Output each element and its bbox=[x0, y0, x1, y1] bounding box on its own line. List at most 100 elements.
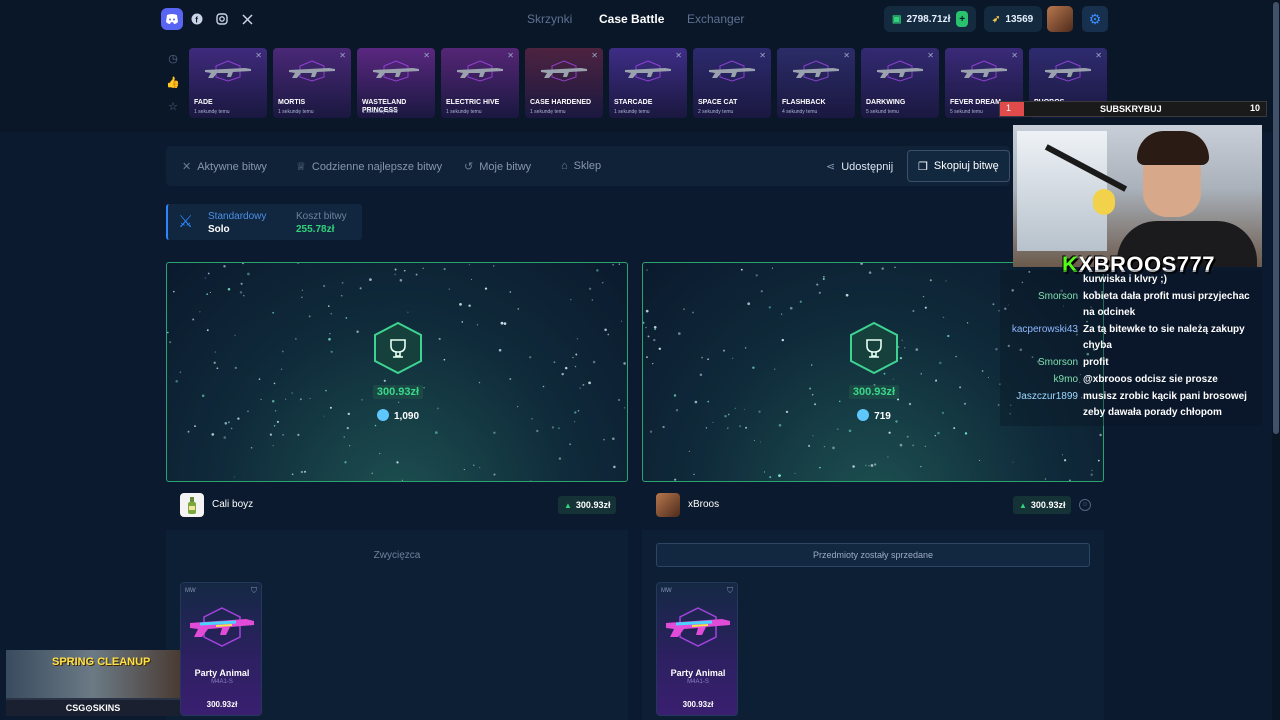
promo-title: SPRING CLEANUP bbox=[52, 656, 151, 668]
star-dot bbox=[707, 358, 709, 361]
tab-active-battles[interactable]: ✕ Aktywne bitwy bbox=[182, 160, 267, 174]
star-dot bbox=[272, 311, 275, 314]
balance-display[interactable]: ▣ 2798.71zł + bbox=[884, 6, 976, 32]
star-dot bbox=[904, 347, 906, 349]
drop-time: 1 sekundę temu bbox=[614, 109, 650, 115]
player-name[interactable]: xBroos bbox=[688, 499, 719, 510]
chat-username[interactable]: Smorson bbox=[1000, 355, 1078, 371]
star-dot bbox=[939, 361, 942, 365]
close-icon[interactable]: ✕ bbox=[675, 51, 682, 60]
drop-card[interactable]: ✕ CASE HARDENED 1 sekundę temu bbox=[525, 48, 603, 118]
nav-case-battle[interactable]: Case Battle bbox=[599, 12, 664, 26]
clock-icon[interactable]: ◷ bbox=[166, 52, 180, 65]
close-icon[interactable]: ✕ bbox=[591, 51, 598, 60]
facebook-icon[interactable]: f bbox=[186, 8, 208, 30]
star-dot bbox=[995, 348, 998, 351]
player-name[interactable]: Cali boyz bbox=[212, 499, 253, 510]
close-icon[interactable]: ✕ bbox=[339, 51, 346, 60]
scrollbar-thumb[interactable] bbox=[1273, 2, 1279, 434]
star-dot bbox=[359, 287, 362, 290]
user-avatar[interactable] bbox=[656, 493, 680, 517]
close-icon[interactable]: ✕ bbox=[927, 51, 934, 60]
weapon-image bbox=[625, 60, 671, 82]
thumbs-up-icon[interactable]: 👍 bbox=[166, 76, 180, 89]
discord-icon[interactable] bbox=[161, 8, 183, 30]
star-dot bbox=[674, 478, 677, 481]
star-dot bbox=[309, 397, 311, 399]
star-dot bbox=[819, 466, 821, 469]
star-dot bbox=[281, 350, 284, 353]
coin-count: 1,090 bbox=[167, 409, 627, 422]
drop-time: 4 sekundy temu bbox=[782, 109, 818, 115]
chat-username[interactable]: Jaszczur1899 bbox=[1000, 389, 1078, 405]
rifle-image bbox=[190, 607, 254, 647]
arrow-up-icon: ▲ bbox=[1019, 500, 1027, 510]
star-dot bbox=[814, 403, 817, 406]
star-dot bbox=[694, 400, 698, 404]
user-avatar[interactable] bbox=[1047, 6, 1073, 32]
star-dot bbox=[934, 434, 937, 437]
drop-card[interactable]: ✕ FLASHBACK 4 sekundy temu bbox=[777, 48, 855, 118]
star-dot bbox=[407, 311, 409, 313]
star-dot bbox=[574, 365, 577, 368]
coins-display[interactable]: ➶ 13569 bbox=[984, 6, 1042, 32]
goal-current: 1 bbox=[1006, 103, 1012, 113]
chat-username[interactable]: kacperowski43 bbox=[1000, 322, 1078, 338]
drop-card[interactable]: ✕ WASTELAND PRINCESS 1 sekundę temu bbox=[357, 48, 435, 118]
star-dot bbox=[653, 338, 656, 342]
star-dot bbox=[945, 280, 947, 282]
close-icon[interactable]: ✕ bbox=[1011, 51, 1018, 60]
item-wear: MW bbox=[185, 588, 196, 594]
item-card[interactable]: MW ⛉ Party Animal M4A1-S 300.93zł bbox=[656, 582, 738, 716]
nav-exchanger[interactable]: Exchanger bbox=[687, 12, 744, 26]
star-dot bbox=[822, 277, 825, 281]
settings-gear-icon[interactable]: ⚙ bbox=[1082, 6, 1108, 32]
instagram-icon[interactable] bbox=[211, 8, 233, 30]
star-dot bbox=[207, 272, 210, 275]
bottle-avatar[interactable] bbox=[180, 493, 204, 517]
nav-cases[interactable]: Skrzynki bbox=[527, 12, 572, 26]
page-scrollbar[interactable] bbox=[1272, 0, 1280, 720]
close-icon[interactable]: ✕ bbox=[759, 51, 766, 60]
tab-my-battles[interactable]: ↺ Moje bitwy bbox=[464, 160, 531, 174]
close-icon[interactable]: ✕ bbox=[843, 51, 850, 60]
drop-card[interactable]: ✕ FADE 1 sekundę temu bbox=[189, 48, 267, 118]
star-dot bbox=[646, 269, 648, 271]
drop-card[interactable]: ✕ SPACE CAT 2 sekundy temu bbox=[693, 48, 771, 118]
star-dot bbox=[478, 381, 481, 384]
close-icon[interactable]: ✕ bbox=[255, 51, 262, 60]
close-icon[interactable]: ✕ bbox=[423, 51, 430, 60]
player-1-results: Zwycięzca MW ⛉ Party Animal M4A1-S 300.9… bbox=[166, 530, 628, 720]
star-dot bbox=[529, 356, 532, 359]
star-dot bbox=[865, 464, 867, 467]
weapon-image bbox=[205, 60, 251, 82]
close-icon[interactable]: ✕ bbox=[507, 51, 514, 60]
drop-card[interactable]: ✕ ELECTRIC HIVE 1 sekundę temu bbox=[441, 48, 519, 118]
items-sold-button[interactable]: Przedmioty zostały sprzedane bbox=[656, 543, 1090, 567]
trophy-hex-icon bbox=[850, 321, 898, 375]
drop-card[interactable]: ✕ DARKWING 5 sekund temu bbox=[861, 48, 939, 118]
star-icon[interactable]: ☆ bbox=[166, 100, 180, 113]
share-button[interactable]: ⋖ Udostępnij bbox=[826, 160, 893, 174]
close-icon[interactable]: ✕ bbox=[1095, 51, 1102, 60]
chat-text: @xbrooos odcisz sie prosze bbox=[1083, 374, 1218, 385]
deposit-plus-button[interactable]: + bbox=[956, 11, 968, 27]
item-card[interactable]: MW ⛉ Party Animal M4A1-S 300.93zł bbox=[180, 582, 262, 716]
promo-brand: CSG⊙SKINS bbox=[6, 700, 180, 716]
tab-daily-best[interactable]: ♕ Codzienne najlepsze bitwy bbox=[296, 160, 442, 174]
star-dot bbox=[662, 425, 665, 429]
star-dot bbox=[992, 303, 995, 306]
chat-username[interactable]: k9mo bbox=[1000, 372, 1078, 388]
emoji-icon[interactable]: ☺ bbox=[1079, 499, 1091, 511]
chat-text: musisz zrobic kącik pani brosowej zeby d… bbox=[1083, 391, 1247, 418]
drop-card[interactable]: ✕ STARCADE 1 sekundę temu bbox=[609, 48, 687, 118]
drop-card[interactable]: ✕ MORTIS 1 sekundę temu bbox=[273, 48, 351, 118]
tab-shop[interactable]: ⌂ Sklep bbox=[561, 160, 601, 172]
promo-video-overlay: SPRING CLEANUP CSG⊙SKINS bbox=[6, 650, 180, 716]
star-dot bbox=[269, 433, 273, 436]
weapon-image bbox=[541, 60, 587, 82]
chat-username[interactable]: Smorson bbox=[1000, 289, 1078, 305]
copy-battle-button[interactable]: ❐ Skopiuj bitwę bbox=[907, 150, 1010, 182]
star-dot bbox=[646, 356, 648, 359]
x-twitter-icon[interactable] bbox=[236, 8, 258, 30]
